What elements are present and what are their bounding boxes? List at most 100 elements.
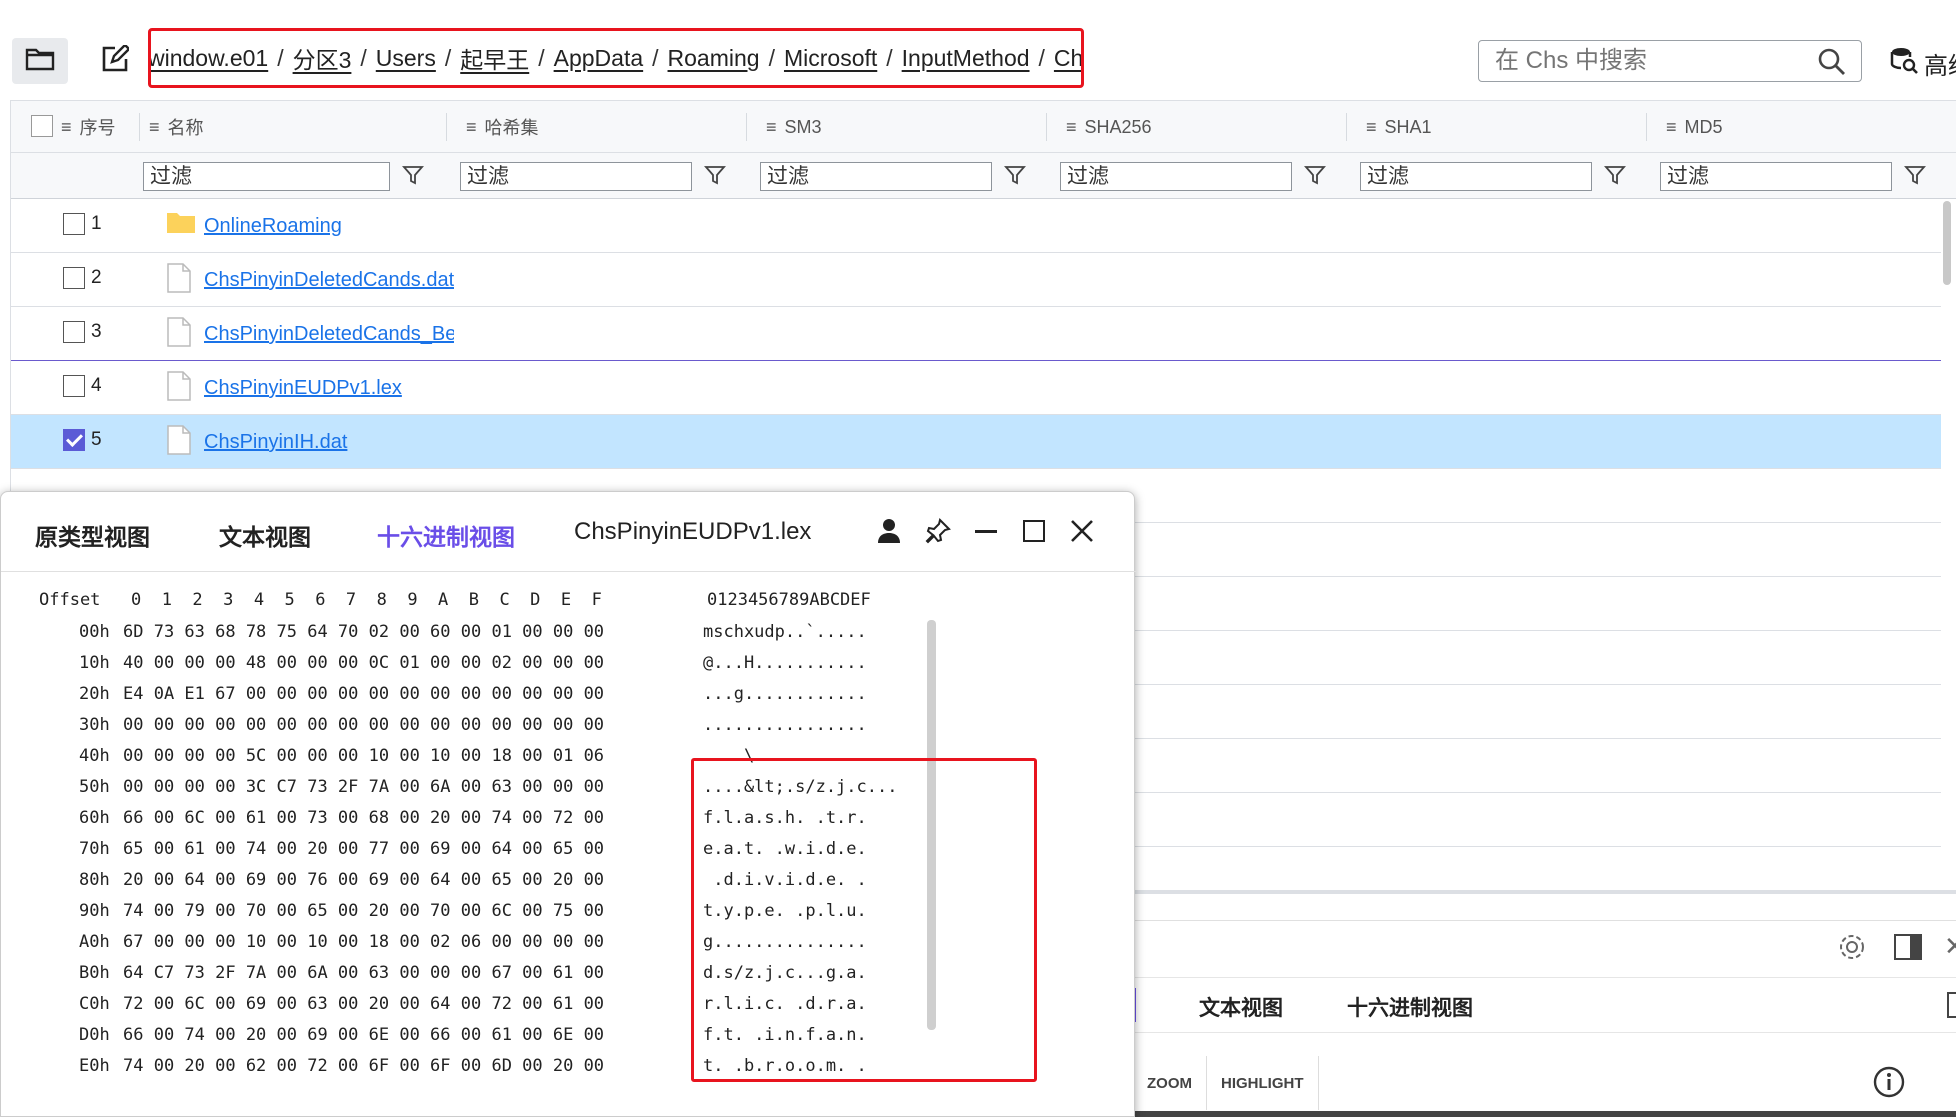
edit-icon [101, 42, 131, 78]
split-view-icon[interactable] [1893, 933, 1923, 966]
filter-icon[interactable] [402, 164, 424, 191]
breadcrumb-separator: / [444, 44, 452, 71]
hex-ascii: mschxudp..`..... [703, 622, 867, 642]
info-icon[interactable] [1872, 1065, 1906, 1104]
detail-panel: ✕ 文本视图 十六进制视图 ZOOM HIGHLIGHT [1133, 920, 1956, 1117]
column-header-index[interactable]: ≡ 序号 [61, 101, 116, 153]
hex-offset: A0h [79, 932, 110, 952]
filter-input[interactable]: 过滤 [760, 162, 992, 191]
search-icon[interactable] [1817, 47, 1847, 82]
column-header-sha1[interactable]: ≡ SHA1 [1366, 101, 1432, 153]
close-icon[interactable] [1069, 518, 1095, 549]
filter-icon[interactable] [1904, 164, 1926, 191]
table-scrollbar[interactable] [1943, 201, 1951, 285]
search-box[interactable] [1478, 40, 1862, 82]
file-name-link[interactable]: OnlineRoaming [204, 215, 454, 238]
file-name-link[interactable]: ChsPinyinIH.dat [204, 431, 454, 454]
filter-input[interactable]: 过滤 [1360, 162, 1592, 191]
hex-offset: 80h [79, 870, 110, 890]
filter-icon[interactable] [1004, 164, 1026, 191]
filter-input[interactable]: 过滤 [1660, 162, 1892, 191]
column-header-sm3[interactable]: ≡ SM3 [766, 101, 822, 153]
folder-button[interactable] [12, 38, 68, 84]
user-icon[interactable] [877, 518, 901, 549]
file-icon [166, 371, 192, 406]
file-name-link[interactable]: ChsPinyinEUDPv1.lex [204, 377, 454, 400]
close-icon[interactable]: ✕ [1944, 931, 1956, 962]
breadcrumb-separator: / [277, 44, 284, 71]
column-header-name[interactable]: ≡ 名称 [149, 101, 204, 153]
breadcrumb-item[interactable]: 起早王 [460, 41, 529, 75]
row-checkbox[interactable] [63, 429, 85, 451]
list-icon: ≡ [1066, 116, 1077, 137]
breadcrumb: window.e01 / 分区3 / Users / 起早王 / AppData / Roaming… [148, 28, 1084, 88]
square-icon[interactable] [1947, 992, 1956, 1018]
hex-offset: 30h [79, 715, 110, 735]
filter-input[interactable]: 过滤 [1060, 162, 1292, 191]
hex-bytes: 74 00 79 00 70 00 65 00 20 00 70 00 6C 0… [123, 901, 605, 921]
table-row[interactable]: 5 ChsPinyinIH.dat [11, 415, 1941, 469]
hex-offset: 90h [79, 901, 110, 921]
filter-icon[interactable] [704, 164, 726, 191]
hex-bytes: 00 00 00 00 00 00 00 00 00 00 00 00 00 0… [123, 715, 605, 735]
hex-offset: 00h [79, 622, 110, 642]
select-all-checkbox[interactable] [31, 115, 53, 137]
breadcrumb-item[interactable]: Chs [1054, 45, 1084, 72]
hex-ascii: t.y.p.e. .p.l.u. [703, 901, 867, 921]
maximize-icon[interactable] [1023, 520, 1045, 542]
tab-hex-view[interactable]: 十六进制视图 [1347, 992, 1473, 1022]
breadcrumb-separator: / [886, 44, 893, 71]
breadcrumb-item[interactable]: Microsoft [784, 45, 877, 72]
filter-input[interactable]: 过滤 [460, 162, 692, 191]
file-name-link[interactable]: ChsPinyinDeletedCands.dat [204, 269, 454, 292]
tab-original-view[interactable]: 原类型视图 [35, 518, 150, 552]
table-row[interactable]: 1 OnlineRoaming [11, 199, 1941, 253]
pin-icon[interactable] [925, 518, 951, 549]
list-icon: ≡ [1366, 116, 1377, 137]
hex-scrollbar[interactable] [927, 620, 936, 1030]
hex-bytes: 74 00 20 00 62 00 72 00 6F 00 6F 00 6D 0… [123, 1056, 605, 1076]
gear-icon[interactable] [1838, 933, 1866, 966]
zoom-button[interactable]: ZOOM [1133, 1056, 1207, 1110]
breadcrumb-item[interactable]: AppData [554, 45, 644, 72]
hex-bytes: 66 00 74 00 20 00 69 00 6E 00 66 00 61 0… [123, 1025, 605, 1045]
column-header-sha256[interactable]: ≡ SHA256 [1066, 101, 1152, 153]
breadcrumb-item[interactable]: InputMethod [902, 45, 1030, 72]
table-header: ≡ 序号 ≡ 名称 ≡ 哈希集 ≡ SM3 ≡ SHA256 ≡ SHA1 ≡ MD5 [11, 101, 1956, 153]
tab-hex-view[interactable]: 十六进制视图 [377, 518, 515, 552]
file-icon [166, 263, 192, 298]
advanced-search-button[interactable]: 高级 [1890, 46, 1956, 81]
filter-icon[interactable] [1304, 164, 1326, 191]
tab-text-view[interactable]: 文本视图 [1199, 992, 1283, 1022]
breadcrumb-item[interactable]: window.e01 [148, 45, 268, 72]
hex-ascii: e.a.t. .w.i.d.e. [703, 839, 867, 859]
hex-offset: C0h [79, 994, 110, 1014]
table-row[interactable]: 2 ChsPinyinDeletedCands.dat [11, 253, 1941, 307]
highlight-button[interactable]: HIGHLIGHT [1207, 1056, 1319, 1110]
breadcrumb-item[interactable]: Roaming [668, 45, 760, 72]
row-checkbox[interactable] [63, 375, 85, 397]
tab-text-view[interactable]: 文本视图 [219, 518, 311, 552]
list-icon: ≡ [61, 116, 72, 137]
edit-path-button[interactable] [85, 38, 145, 84]
search-input[interactable] [1495, 47, 1805, 75]
table-row[interactable]: 3 ChsPinyinDeletedCands_Be [11, 307, 1941, 361]
table-row[interactable]: 4 ChsPinyinEUDPv1.lex [11, 361, 1941, 415]
row-index: 3 [91, 321, 102, 342]
breadcrumb-item[interactable]: Users [376, 45, 436, 72]
row-checkbox[interactable] [63, 267, 85, 289]
row-checkbox[interactable] [63, 213, 85, 235]
column-header-hashset[interactable]: ≡ 哈希集 [466, 101, 539, 153]
file-name-link[interactable]: ChsPinyinDeletedCands_Be [204, 323, 454, 346]
hex-bytes: 00 00 00 00 3C C7 73 2F 7A 00 6A 00 63 0… [123, 777, 605, 797]
row-checkbox[interactable] [63, 321, 85, 343]
breadcrumb-item[interactable]: 分区3 [293, 41, 352, 75]
folder-icon [166, 209, 196, 240]
hex-offset: 10h [79, 653, 110, 673]
hex-bytes: 64 C7 73 2F 7A 00 6A 00 63 00 00 00 67 0… [123, 963, 605, 983]
filter-icon[interactable] [1604, 164, 1626, 191]
filter-input[interactable]: 过滤 [143, 162, 390, 191]
column-header-md5[interactable]: ≡ MD5 [1666, 101, 1723, 153]
list-icon: ≡ [149, 116, 160, 137]
minimize-icon[interactable] [975, 530, 997, 533]
